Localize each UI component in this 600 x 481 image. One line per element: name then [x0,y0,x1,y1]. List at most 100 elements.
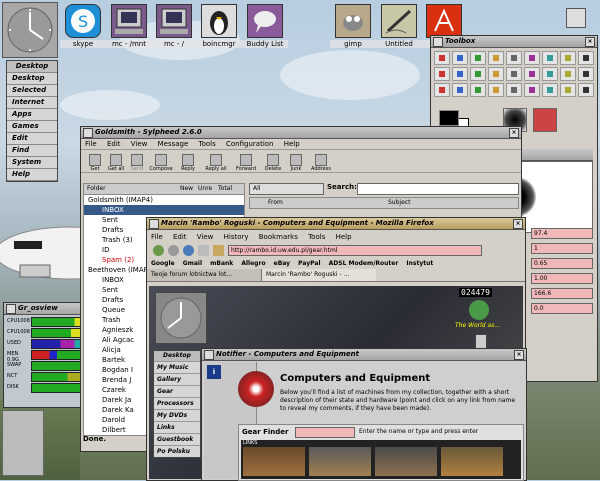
tool-button[interactable] [524,51,540,65]
tool-button[interactable] [452,67,468,81]
desktop-icon-mc-root[interactable]: mc - / [151,4,197,52]
tool-button[interactable] [434,83,450,97]
menu-item-help[interactable]: Help [7,169,57,181]
tool-button[interactable] [542,67,558,81]
compose-button[interactable]: Compose [147,154,175,172]
gear-thumbnail[interactable] [441,447,503,476]
desktop-icon-skype[interactable]: Sskype [60,4,106,52]
tool-button[interactable] [578,83,594,97]
side-menu-item[interactable]: Guestbook [154,433,200,445]
folder-item[interactable]: INBOX [84,205,244,215]
tool-button[interactable] [452,51,468,65]
hardness-input[interactable]: 0.65 [531,258,593,269]
desktop-icon-gimp[interactable]: gimp [330,4,376,52]
gear-thumbnail[interactable] [243,447,305,476]
close-icon[interactable]: × [585,37,595,47]
pager-widget[interactable] [2,410,44,476]
tool-button[interactable] [524,83,540,97]
get-all-button[interactable]: Get all [105,154,127,172]
tool-button[interactable] [452,83,468,97]
firefox-titlebar[interactable]: Marcin 'Rambo' Roguski - Computers and E… [147,218,525,230]
reply-all-button[interactable]: Reply all [201,154,231,172]
foreground-color-swatch[interactable] [439,110,459,126]
side-menu-item[interactable]: Gallery [154,373,200,385]
menu-help[interactable]: Help [336,233,352,241]
printer-icon[interactable] [566,8,586,28]
from-col-header[interactable]: From [268,198,283,208]
reply-button[interactable]: Reply [175,154,201,172]
menu-item-edit[interactable]: Edit [7,133,57,145]
bookmark-ebay[interactable]: eBay [274,260,290,267]
forward-button[interactable]: Forward [231,154,261,172]
get-button[interactable]: Get [85,154,105,172]
notifier-titlebar[interactable]: Notifier - Computers and Equipment × [202,349,526,361]
total-col-header[interactable]: Total [218,184,232,194]
search-input[interactable] [357,183,519,195]
desktop-icon-boincmgr[interactable]: boincmgr [196,4,242,52]
angle-input[interactable]: 166.6 [531,288,593,299]
tool-button[interactable] [434,67,450,81]
menu-view[interactable]: View [197,233,214,241]
bookmark-mbank[interactable]: mBank [210,260,233,267]
menu-tools[interactable]: Tools [199,140,216,148]
home-icon[interactable] [213,244,224,256]
spikes-input[interactable]: 1 [531,243,593,254]
bookmark-allegro[interactable]: Allegro [241,260,265,267]
url-input[interactable]: http://rambo.id.uw.edu.pl/gear.html [228,244,482,256]
new-col-header[interactable]: New [180,184,193,194]
side-menu-item[interactable]: My DVDs [154,409,200,421]
side-menu-item[interactable]: My Music [154,361,200,373]
menu-edit[interactable]: Edit [107,140,121,148]
gear-finder-input[interactable] [295,427,355,438]
reload-icon[interactable] [183,244,194,256]
bookmark-google[interactable]: Google [151,260,175,267]
tab-forum[interactable]: Twoje forum lotnictwa lot... [147,269,262,281]
tool-button[interactable] [542,83,558,97]
tool-button[interactable] [524,67,540,81]
sylpheed-titlebar[interactable]: Goldsmith - Sylpheed 2.6.0 × [81,127,521,139]
tool-button[interactable] [578,67,594,81]
desktop-icon-buddy-list[interactable]: Buddy List [242,4,288,52]
menu-file[interactable]: File [85,140,97,148]
menu-view[interactable]: View [131,140,148,148]
radius-input[interactable]: 97.4 [531,228,593,239]
menu-item-desktop[interactable]: Desktop [7,73,57,85]
menu-help[interactable]: Help [284,140,300,148]
junk-button[interactable]: Junk [285,154,307,172]
menu-item-find[interactable]: Find [7,145,57,157]
menu-item-selected[interactable]: Selected [7,85,57,97]
tool-button[interactable] [560,67,576,81]
gear-thumbnail[interactable] [309,447,371,476]
tool-button[interactable] [488,51,504,65]
tool-button[interactable] [470,67,486,81]
menu-item-internet[interactable]: Internet [7,97,57,109]
tab-gear[interactable]: Marcin 'Rambo' Roguski - ... [262,269,376,281]
spacing-input[interactable]: 0.0 [531,303,593,314]
folder-col-header[interactable]: Folder [87,184,106,194]
close-icon[interactable]: × [513,219,523,229]
subject-col-header[interactable]: Subject [388,198,410,208]
bookmark-gmail[interactable]: Gmail [183,260,202,267]
toolbox-titlebar[interactable]: Toolbox × [431,36,597,48]
tool-button[interactable] [560,51,576,65]
menu-file[interactable]: File [151,233,163,241]
menu-message[interactable]: Message [158,140,189,148]
folder-item[interactable]: Goldsmith (IMAP4) [84,195,244,205]
side-menu-item[interactable]: Links [154,421,200,433]
tool-button[interactable] [470,83,486,97]
side-menu-item[interactable]: Gear [154,385,200,397]
forward-icon[interactable] [168,244,179,256]
aspect-input[interactable]: 1.00 [531,273,593,284]
menu-history[interactable]: History [224,233,249,241]
tool-button[interactable] [434,51,450,65]
tool-button[interactable] [488,83,504,97]
menu-item-games[interactable]: Games [7,121,57,133]
tool-button[interactable] [560,83,576,97]
gear-thumbnail[interactable] [375,447,437,476]
tool-button[interactable] [470,51,486,65]
tool-button[interactable] [506,51,522,65]
close-icon[interactable]: × [514,350,524,360]
desktop-icon-mc-mnt[interactable]: mc - /mnt [106,4,152,52]
menu-bookmarks[interactable]: Bookmarks [259,233,298,241]
bookmark-instytut[interactable]: Instytut [406,260,433,267]
